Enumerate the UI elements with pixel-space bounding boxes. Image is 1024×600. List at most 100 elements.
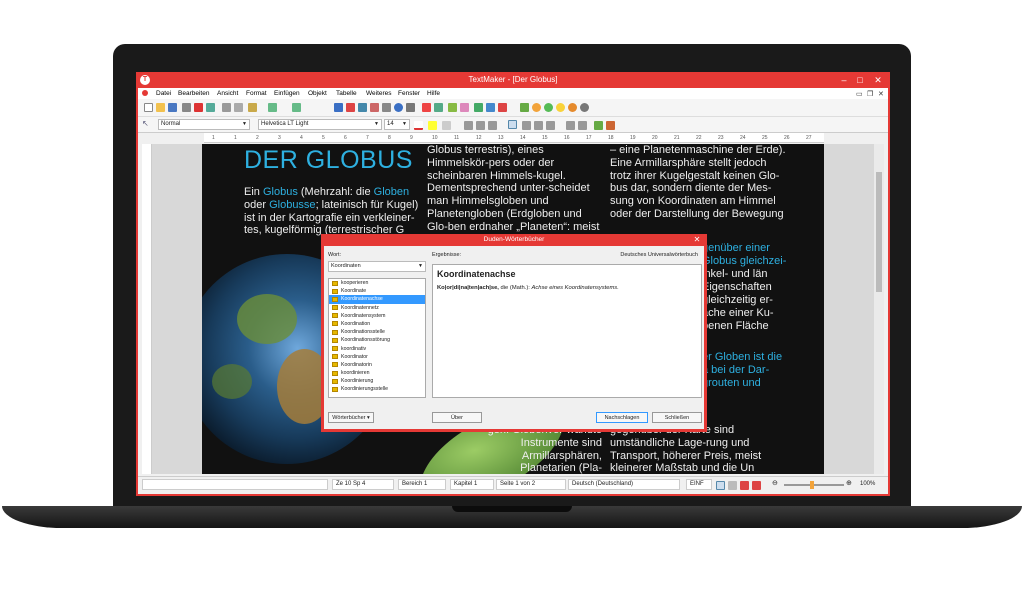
list-icon[interactable]	[566, 121, 575, 130]
close-icon[interactable]: ✕	[872, 74, 884, 86]
minimize-icon[interactable]: –	[838, 74, 850, 86]
filter-icon[interactable]	[520, 103, 529, 112]
dialog-close-icon[interactable]: ✕	[691, 235, 703, 245]
mdi-restore-icon[interactable]: ❐	[867, 90, 873, 98]
horizontal-ruler[interactable]: 1 1 2 3 4 5 6 7 8 9 10 11 12 13 14 15 16 17 18 19 20 21 22 23 24…	[204, 133, 824, 143]
cursor-icon[interactable]: ↖	[142, 119, 149, 128]
apply-button[interactable]: Über	[432, 412, 482, 423]
zoom-slider-thumb[interactable]	[810, 481, 814, 489]
word-list-item[interactable]: Koordinatennetz	[329, 304, 425, 312]
scrollbar-thumb[interactable]	[876, 172, 882, 292]
spell-icon[interactable]	[448, 103, 457, 112]
view-normal-icon[interactable]	[716, 481, 725, 490]
font-select[interactable]: Helvetica LT Light ▼	[258, 119, 382, 130]
hyperlink-icon[interactable]	[474, 103, 483, 112]
word-list-item[interactable]: kooperieren	[329, 279, 425, 287]
word-list-item[interactable]: Koordinierungsstelle	[329, 385, 425, 393]
menu-datei[interactable]: Datei	[156, 90, 171, 97]
zoom-out-icon[interactable]: ⊖	[772, 479, 778, 487]
size-select[interactable]: 14 ▼	[384, 119, 410, 130]
word-list-item[interactable]: Koordinatorin	[329, 361, 425, 369]
image-icon[interactable]	[370, 103, 379, 112]
smiley-icon[interactable]	[532, 103, 541, 112]
style-icon[interactable]	[594, 121, 603, 130]
frame-icon[interactable]	[334, 103, 343, 112]
word-list[interactable]: kooperieren Koordinate Koordinatenachse Koo…	[328, 278, 426, 398]
zoom-slider[interactable]	[784, 484, 844, 486]
redo-icon[interactable]	[292, 103, 301, 112]
textart-icon[interactable]	[422, 103, 431, 112]
numbered-list-icon[interactable]	[578, 121, 587, 130]
copy-icon[interactable]	[234, 103, 243, 112]
menu-format[interactable]: Format	[246, 90, 267, 97]
word-list-item[interactable]: Koordinationsstörung	[329, 336, 425, 344]
undo-icon[interactable]	[268, 103, 277, 112]
close-button[interactable]: Schließen	[652, 412, 702, 423]
menu-weiteres[interactable]: Weiteres	[366, 90, 392, 97]
paste-icon[interactable]	[248, 103, 257, 112]
print-icon[interactable]	[182, 103, 191, 112]
dictionaries-button[interactable]: Wörterbücher ▾	[328, 412, 374, 423]
mdi-minimize-icon[interactable]: ▭	[856, 90, 863, 98]
underline-icon[interactable]	[488, 121, 497, 130]
open-icon[interactable]	[156, 103, 165, 112]
menu-ansicht[interactable]: Ansicht	[217, 90, 238, 97]
link-globusse[interactable]: Globusse	[269, 199, 315, 211]
justify-icon[interactable]	[546, 121, 555, 130]
link-globus[interactable]: Globus	[263, 186, 298, 198]
vertical-ruler[interactable]	[142, 144, 152, 474]
color-icon[interactable]	[568, 103, 577, 112]
align-center-icon[interactable]	[522, 121, 531, 130]
status-language[interactable]: Deutsch (Deutschland)	[568, 479, 680, 490]
align-right-icon[interactable]	[534, 121, 543, 130]
menu-tabelle[interactable]: Tabelle	[336, 90, 357, 97]
font-color-icon[interactable]	[414, 121, 423, 130]
link-globen[interactable]: Globen	[374, 186, 409, 198]
zoom-in-icon[interactable]: ⊕	[846, 479, 852, 487]
highlight-icon[interactable]	[428, 121, 437, 130]
maximize-icon[interactable]: □	[854, 74, 866, 86]
word-list-item[interactable]: Koordinator	[329, 353, 425, 361]
status-insert-mode[interactable]: EINF	[686, 479, 712, 490]
view-master-icon[interactable]	[740, 481, 749, 490]
save-icon[interactable]	[168, 103, 177, 112]
object-icon[interactable]	[382, 103, 391, 112]
lookup-button[interactable]: Nachschlagen	[596, 412, 648, 423]
word-list-item[interactable]: koordinativ	[329, 345, 425, 353]
picture-icon[interactable]	[434, 103, 443, 112]
comment-icon[interactable]	[498, 103, 507, 112]
field-icon[interactable]	[486, 103, 495, 112]
view-outline-icon[interactable]	[728, 481, 737, 490]
word-list-item[interactable]: Koordinationsstelle	[329, 328, 425, 336]
align-left-icon[interactable]	[508, 120, 517, 129]
preview-icon[interactable]	[206, 103, 215, 112]
help-icon[interactable]	[580, 103, 589, 112]
word-list-item[interactable]: Koordinatensystem	[329, 312, 425, 320]
word-list-item[interactable]: koordinieren	[329, 369, 425, 377]
new-icon[interactable]	[144, 103, 153, 112]
vertical-scrollbar[interactable]	[874, 144, 884, 474]
emoji-icon[interactable]	[556, 103, 565, 112]
style-select[interactable]: Normal ▼	[158, 119, 250, 130]
zoom-level[interactable]: 100%	[860, 481, 875, 487]
formula-icon[interactable]	[460, 103, 469, 112]
ruler-icon[interactable]	[406, 103, 415, 112]
word-list-item[interactable]: Koordinatenachse	[329, 295, 425, 304]
menu-hilfe[interactable]: Hilfe	[427, 90, 440, 97]
globe-small-icon[interactable]	[544, 103, 553, 112]
menu-fenster[interactable]: Fenster	[398, 90, 420, 97]
word-list-item[interactable]: Koordinierung	[329, 377, 425, 385]
pdf-icon[interactable]	[194, 103, 203, 112]
table-icon[interactable]	[346, 103, 355, 112]
menu-bearbeiten[interactable]: Bearbeiten	[178, 90, 209, 97]
columns-icon[interactable]	[606, 121, 615, 130]
word-list-item[interactable]: Koordination	[329, 320, 425, 328]
zoom-icon[interactable]	[394, 103, 403, 112]
word-list-item[interactable]: Koordinate	[329, 287, 425, 295]
mdi-close-icon[interactable]: ✕	[878, 90, 884, 98]
menu-objekt[interactable]: Objekt	[308, 90, 327, 97]
word-input[interactable]: Koordinaten ▼	[328, 261, 426, 272]
bold-icon[interactable]	[464, 121, 473, 130]
char-format-icon[interactable]	[442, 121, 451, 130]
chart-icon[interactable]	[358, 103, 367, 112]
